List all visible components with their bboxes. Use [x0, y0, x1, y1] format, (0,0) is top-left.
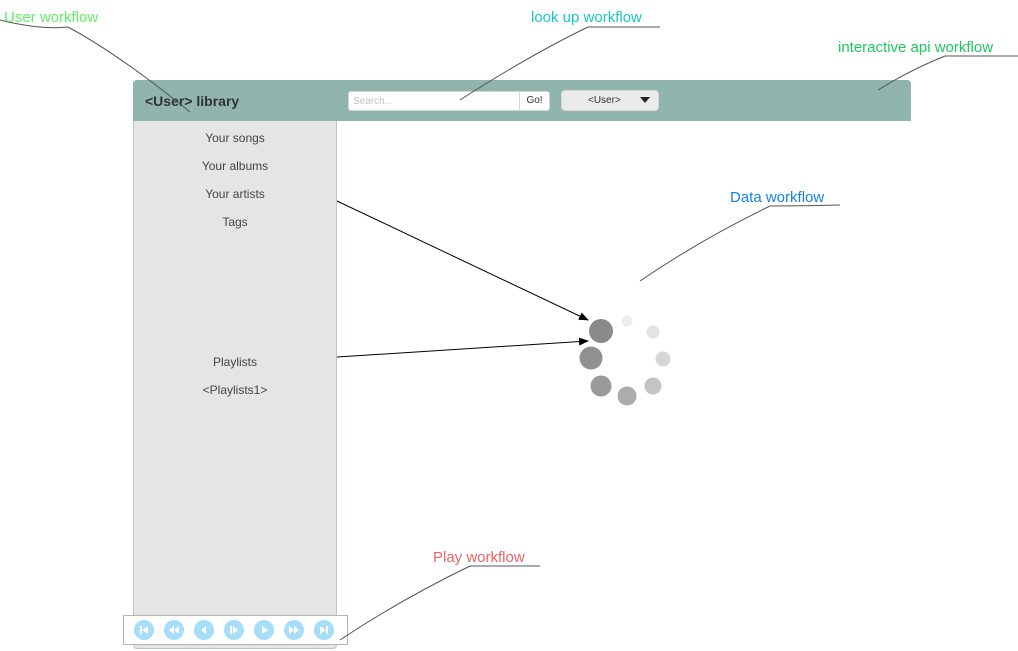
interactive-workflow-leader — [877, 55, 946, 91]
data-workflow-leader — [639, 205, 771, 282]
interactive-api-workflow-label: interactive api workflow — [838, 39, 994, 56]
play-workflow-leader — [339, 565, 471, 641]
user-workflow-leader — [67, 26, 191, 113]
user-workflow-label: User workflow — [4, 9, 99, 26]
lookup-workflow-leader — [459, 26, 589, 101]
data-workflow-label: Data workflow — [730, 189, 825, 206]
data-arrow-playlists — [336, 337, 589, 358]
data-arrow-library — [336, 200, 589, 321]
play-workflow-label: Play workflow — [433, 549, 525, 566]
loading-spinner-icon — [579, 315, 671, 406]
lookup-workflow-label: look up workflow — [531, 9, 642, 26]
